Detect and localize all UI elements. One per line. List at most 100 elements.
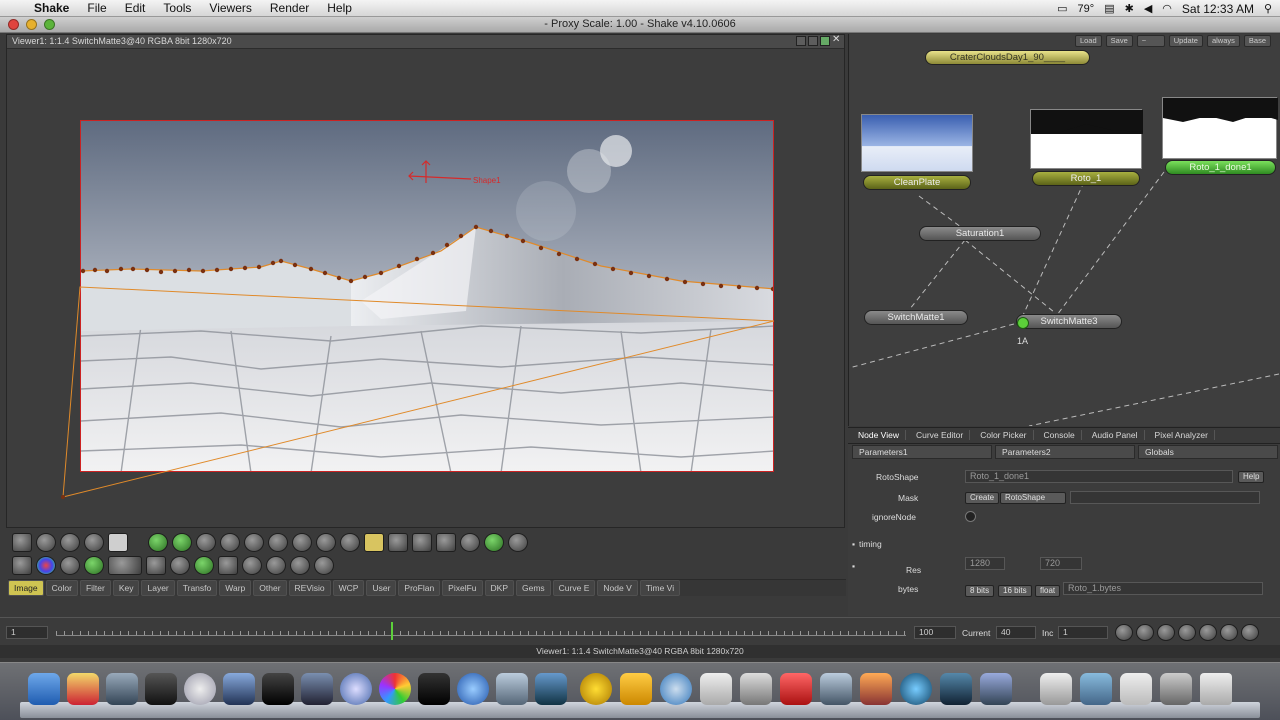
step-forward-icon[interactable] <box>1241 624 1259 641</box>
create-mask-button[interactable]: Create <box>965 492 1000 504</box>
tab-revisio[interactable]: REVisio <box>288 580 331 596</box>
node-switchmatte3[interactable]: SwitchMatte3 <box>1016 314 1122 329</box>
prev-keyframe-icon[interactable] <box>1157 624 1175 641</box>
dvd-player-icon[interactable] <box>184 673 216 705</box>
tab-warp[interactable]: Warp <box>219 580 252 596</box>
current-frame-field[interactable]: 40 <box>996 626 1036 639</box>
mask-field[interactable] <box>1070 491 1260 504</box>
tool-button[interactable] <box>290 555 310 575</box>
tool-button[interactable] <box>194 555 214 575</box>
timing-expander-icon[interactable]: ▪ <box>852 539 855 549</box>
itunes-icon[interactable] <box>457 673 489 705</box>
tool-button[interactable] <box>108 555 142 575</box>
tab-transform[interactable]: Transfo <box>176 580 218 596</box>
tool-button[interactable] <box>508 532 528 552</box>
app-icon[interactable] <box>340 673 372 705</box>
clean-plate-thumbnail[interactable] <box>861 114 973 172</box>
bytes-float-button[interactable]: float <box>1035 585 1061 597</box>
clapper-icon[interactable] <box>262 673 294 705</box>
node-roto-done[interactable]: Roto_1_done1 <box>1165 160 1276 175</box>
safari-icon[interactable] <box>660 673 692 705</box>
tool-button[interactable] <box>316 532 336 552</box>
tab-gems[interactable]: Gems <box>516 580 551 596</box>
tool-button[interactable] <box>242 555 262 575</box>
app-icon[interactable] <box>700 673 732 705</box>
trash-icon[interactable] <box>1200 673 1232 705</box>
tool-button[interactable] <box>172 532 192 552</box>
zoom-window-icon[interactable] <box>44 19 55 30</box>
tool-button[interactable] <box>388 532 408 552</box>
temperature-status[interactable]: 79° <box>1078 3 1095 15</box>
menu-edit[interactable]: Edit <box>116 0 155 17</box>
tool-button[interactable] <box>12 555 32 575</box>
app-icon[interactable] <box>67 673 99 705</box>
app-icon[interactable] <box>980 673 1012 705</box>
bytes-field[interactable]: Roto_1.bytes <box>1063 582 1263 595</box>
tool-button[interactable] <box>60 555 80 575</box>
clapper-icon[interactable] <box>418 673 450 705</box>
tool-button[interactable] <box>36 532 56 552</box>
tool-button[interactable] <box>218 555 238 575</box>
rotoshape-field[interactable]: Roto_1_done1 <box>965 470 1233 483</box>
tool-button[interactable] <box>364 532 384 552</box>
app-icon[interactable] <box>1040 673 1072 705</box>
folder-icon[interactable] <box>1080 673 1112 705</box>
spotlight-icon[interactable]: ⚲ <box>1264 2 1272 15</box>
timeline-ruler[interactable] <box>56 626 906 636</box>
app-icon[interactable] <box>535 673 567 705</box>
tab-time-view[interactable]: Time Vi <box>639 580 681 596</box>
tab-proflan[interactable]: ProFlan <box>398 580 441 596</box>
app-icon[interactable] <box>106 673 138 705</box>
finder-icon[interactable] <box>28 673 60 705</box>
tab-dkp[interactable]: DKP <box>484 580 514 596</box>
color-wheel-icon[interactable] <box>379 673 411 705</box>
res-height-field[interactable]: 720 <box>1040 557 1082 570</box>
res-expander-icon[interactable]: ▪ <box>852 561 855 571</box>
tool-button[interactable] <box>148 532 168 552</box>
tab-color[interactable]: Color <box>45 580 78 596</box>
tab-pixel-analyzer[interactable]: Pixel Analyzer <box>1149 429 1215 440</box>
menu-help[interactable]: Help <box>318 0 361 17</box>
app-icon[interactable] <box>223 673 255 705</box>
tab-curve-editor[interactable]: Curve E <box>552 580 596 596</box>
timeline-end[interactable]: 100 <box>914 626 956 639</box>
bluetooth-icon[interactable]: ✱ <box>1125 2 1134 15</box>
app-icon[interactable] <box>496 673 528 705</box>
node-saturation[interactable]: Saturation1 <box>919 226 1041 241</box>
tab-globals[interactable]: Globals <box>1138 445 1278 459</box>
tab-other[interactable]: Other <box>253 580 287 596</box>
tab-parameters1[interactable]: Parameters1 <box>852 445 992 459</box>
tool-button[interactable] <box>292 532 312 552</box>
tool-button[interactable] <box>266 555 286 575</box>
tool-button[interactable] <box>84 555 104 575</box>
tab-wcp[interactable]: WCP <box>332 580 365 596</box>
app-icon[interactable] <box>145 673 177 705</box>
tab-parameters2[interactable]: Parameters2 <box>995 445 1135 459</box>
mask-type-select[interactable]: RotoShape <box>1000 492 1066 504</box>
flag-icon[interactable]: ▤ <box>1104 2 1114 15</box>
res-width-field[interactable]: 1280 <box>965 557 1005 570</box>
bytes-16bit-button[interactable]: 16 bits <box>998 585 1032 597</box>
help-button[interactable]: Help <box>1238 471 1265 483</box>
tool-button[interactable] <box>108 532 128 552</box>
close-window-icon[interactable] <box>8 19 19 30</box>
increment-field[interactable]: 1 <box>1058 626 1108 639</box>
roto-done-thumbnail[interactable] <box>1162 97 1278 159</box>
radiation-icon[interactable] <box>580 673 612 705</box>
tab-console[interactable]: Console <box>1038 429 1082 440</box>
tool-button[interactable] <box>244 532 264 552</box>
quicktime-icon[interactable] <box>900 673 932 705</box>
tool-button[interactable] <box>170 555 190 575</box>
tool-button[interactable] <box>484 532 504 552</box>
tab-audio-panel[interactable]: Audio Panel <box>1086 429 1145 440</box>
node-file-in[interactable]: CraterCloudsDay1_90____ <box>925 50 1090 65</box>
app-icon[interactable] <box>940 673 972 705</box>
tool-button[interactable] <box>340 532 360 552</box>
node-clean-plate[interactable]: CleanPlate <box>863 175 971 190</box>
tab-user[interactable]: User <box>366 580 397 596</box>
color-wheel-icon[interactable] <box>36 555 56 575</box>
tool-button[interactable] <box>84 532 104 552</box>
play-forward-icon[interactable] <box>1220 624 1238 641</box>
step-back-icon[interactable] <box>1136 624 1154 641</box>
tool-button[interactable] <box>146 555 166 575</box>
